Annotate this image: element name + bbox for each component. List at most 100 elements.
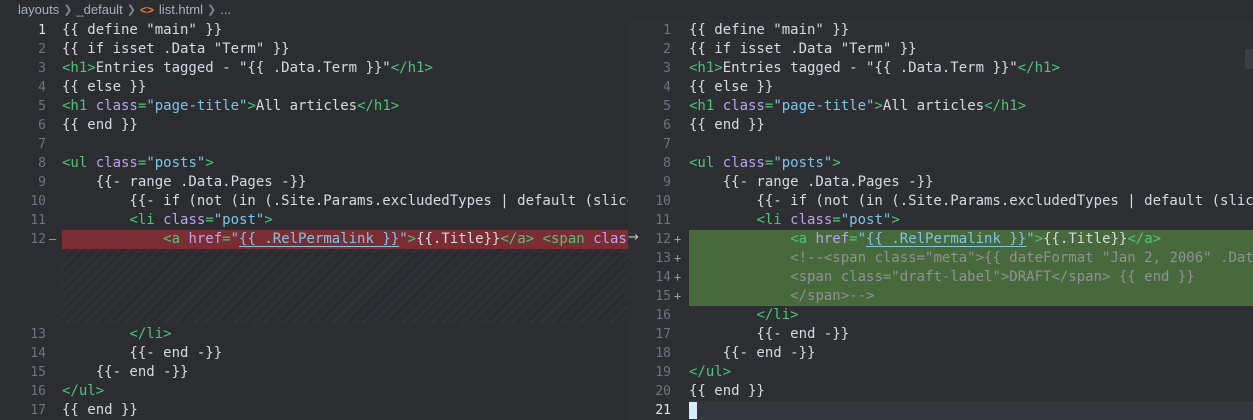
code-line[interactable]: 15 {{- end -}} bbox=[0, 363, 628, 382]
line-number: 10 bbox=[30, 194, 46, 209]
code-line[interactable]: 6 {{ end }} bbox=[0, 116, 628, 135]
code-line[interactable]: 10 {{- if (not (in (.Site.Params.exclude… bbox=[628, 192, 1253, 211]
code-text: {{ else }} bbox=[689, 78, 773, 97]
code-token: </ul> bbox=[62, 383, 105, 399]
revert-arrow-icon[interactable]: → bbox=[628, 230, 639, 245]
code-line[interactable]: 4 {{ else }} bbox=[0, 78, 628, 97]
line-number: 17 bbox=[655, 327, 671, 342]
code-line[interactable]: 1 {{ define "main" }} bbox=[628, 21, 1253, 40]
plus-icon: + bbox=[674, 232, 682, 246]
code-token: {{- end -}} bbox=[62, 364, 189, 380]
code-line[interactable]: 16 </li> bbox=[628, 306, 1253, 325]
code-line[interactable]: 10 {{- if (not (in (.Site.Params.exclude… bbox=[0, 192, 628, 211]
code-text: </li> bbox=[62, 325, 171, 344]
code-line[interactable]: 11 <li class="post"> bbox=[0, 211, 628, 230]
code-text: <a href="{{ .RelPermalink }}">{{.Title}}… bbox=[62, 230, 628, 249]
code-line[interactable]: 7 bbox=[628, 135, 1253, 154]
html-file-icon: <> bbox=[139, 2, 154, 17]
code-line[interactable]: 13 </li> bbox=[0, 325, 628, 344]
code-line[interactable] bbox=[0, 249, 628, 268]
chevron-right-icon: ❯ bbox=[63, 4, 73, 16]
code-line[interactable]: 5 <h1 class="page-title">All articles</h1… bbox=[628, 97, 1253, 116]
code-line[interactable]: 16 </ul> bbox=[0, 382, 628, 401]
breadcrumb-item-more[interactable]: ... bbox=[220, 2, 231, 17]
code-line[interactable]: 8 <ul class="posts"> bbox=[0, 154, 628, 173]
code-token: "post" bbox=[213, 212, 265, 228]
code-line[interactable]: 17 {{- end -}} bbox=[628, 325, 1253, 344]
code-token: class bbox=[163, 212, 206, 228]
code-line[interactable]: 9 {{- range .Data.Pages -}} bbox=[628, 173, 1253, 192]
code-line[interactable]: 2 {{ if isset .Data "Term" }} bbox=[0, 40, 628, 59]
code-line[interactable]: 4 {{ else }} bbox=[628, 78, 1253, 97]
code-line[interactable]: 8 <ul class="posts"> bbox=[628, 154, 1253, 173]
diff-original-pane[interactable]: 1 {{ define "main" }} 2 {{ if isset .Data "… bbox=[0, 19, 628, 420]
line-number: 6 bbox=[38, 118, 46, 133]
code-token: All articles bbox=[255, 98, 358, 114]
code-text: </ul> bbox=[62, 382, 104, 401]
code-token: > bbox=[891, 212, 900, 228]
code-text bbox=[689, 401, 697, 420]
code-line[interactable] bbox=[0, 268, 628, 287]
code-token: <li bbox=[129, 212, 164, 228]
code-token: </span>--> bbox=[790, 288, 875, 304]
code-token: "posts" bbox=[773, 155, 833, 171]
code-token: All articles bbox=[882, 98, 985, 114]
code-token: </h1> bbox=[984, 98, 1027, 114]
code-text: <li class="post"> bbox=[689, 211, 900, 230]
code-line[interactable]: 17 {{ end }} bbox=[0, 401, 628, 420]
code-token: {{- end -}} bbox=[62, 345, 223, 361]
code-line[interactable]: 1 {{ define "main" }} bbox=[0, 21, 628, 40]
breadcrumb-item-file[interactable]: list.html bbox=[159, 2, 203, 17]
code-token: <!--<span class="meta">{{ dateFormat "Ja… bbox=[790, 250, 1253, 266]
code-token: "post" bbox=[840, 212, 892, 228]
code-token: > bbox=[264, 212, 273, 228]
code-token: > bbox=[407, 231, 417, 247]
code-line[interactable]: 12— <a href="{{ .RelPermalink }}">{{.Tit… bbox=[0, 230, 628, 249]
code-line[interactable]: 11 <li class="post"> bbox=[628, 211, 1253, 230]
code-line[interactable]: 3 <h1>Entries tagged - "{{ .Data.Term }}"… bbox=[0, 59, 628, 78]
line-number: 8 bbox=[38, 156, 46, 171]
code-token: Entries tagged - "{{ .Data.Term }}" bbox=[722, 60, 1018, 76]
code-text: </span>--> bbox=[689, 287, 874, 306]
code-line[interactable]: 19 </ul> bbox=[628, 363, 1253, 382]
breadcrumb-item-default[interactable]: _default bbox=[76, 2, 122, 17]
code-text: {{ end }} bbox=[689, 116, 765, 135]
line-number: 9 bbox=[663, 175, 671, 190]
code-line[interactable]: 12 + <a href="{{ .RelPermalink }}">{{.Tit… bbox=[628, 230, 1253, 249]
line-number: 11 bbox=[655, 213, 671, 228]
code-token: </a> bbox=[500, 231, 535, 247]
code-token: class bbox=[95, 98, 138, 114]
code-text: {{- if (not (in (.Site.Params.excludedTy… bbox=[689, 192, 1253, 211]
code-token: > bbox=[205, 155, 214, 171]
breadcrumb-item-layouts[interactable]: layouts bbox=[18, 2, 59, 17]
code-line[interactable]: 7 bbox=[0, 135, 628, 154]
code-line[interactable]: 13 + <!--<span class="meta">{{ dateFormat… bbox=[628, 249, 1253, 268]
code-token: class bbox=[722, 98, 765, 114]
code-text: {{ if isset .Data "Term" }} bbox=[62, 40, 290, 59]
code-line[interactable]: 21 bbox=[628, 401, 1253, 420]
code-line[interactable]: 6 {{ end }} bbox=[628, 116, 1253, 135]
code-line[interactable]: 9 {{- range .Data.Pages -}} bbox=[0, 173, 628, 192]
line-number: 15 bbox=[655, 289, 671, 304]
code-line[interactable]: 20 {{ end }} bbox=[628, 382, 1253, 401]
diff-modified-pane[interactable]: 1 {{ define "main" }} 2 {{ if isset .Data "… bbox=[628, 19, 1253, 420]
code-line[interactable]: 2 {{ if isset .Data "Term" }} bbox=[628, 40, 1253, 59]
code-line[interactable] bbox=[0, 287, 628, 306]
code-line[interactable]: 15 + </span>--> bbox=[628, 287, 1253, 306]
code-line[interactable] bbox=[0, 306, 628, 325]
code-line[interactable]: 14 {{- end -}} bbox=[0, 344, 628, 363]
code-text: {{ end }} bbox=[689, 382, 765, 401]
code-token: "page-title" bbox=[146, 98, 248, 114]
code-line[interactable]: 3 <h1>Entries tagged - "{{ .Data.Term }}"… bbox=[628, 59, 1253, 78]
code-text: </ul> bbox=[689, 363, 731, 382]
code-line[interactable]: 5 <h1 class="page-title">All articles</h1… bbox=[0, 97, 628, 116]
code-text: {{ define "main" }} bbox=[62, 21, 222, 40]
code-text: {{- end -}} bbox=[689, 344, 816, 363]
code-line[interactable]: 14 + <span class="draft-label">DRAFT</spa… bbox=[628, 268, 1253, 287]
code-text: <span class="draft-label">DRAFT</span> {… bbox=[689, 268, 1195, 287]
code-line[interactable]: 18 {{- end -}} bbox=[628, 344, 1253, 363]
plus-icon: + bbox=[674, 270, 682, 284]
